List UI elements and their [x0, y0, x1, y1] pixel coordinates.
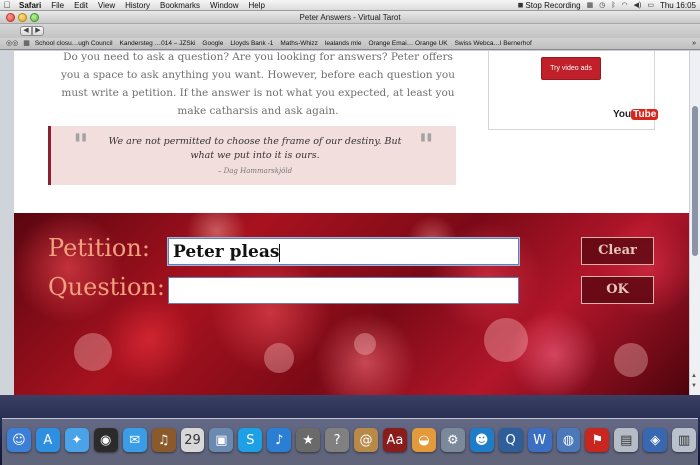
iphoto-icon[interactable]: ▣ [209, 428, 234, 452]
scroll-up-icon[interactable]: ▲ [691, 373, 697, 379]
page-viewport: Do you need to ask a question? Are you l… [14, 51, 689, 395]
petition-form: Petition: Question: Peter pleas Clear OK [14, 213, 689, 395]
stop-recording-item[interactable]: ◼ Stop Recording [518, 0, 581, 11]
bookmark-item[interactable]: Lloyds Bank -1 [230, 38, 273, 50]
reading-list-icon[interactable]: ◎◎ [6, 38, 18, 50]
messenger-icon[interactable]: ☻ [469, 428, 494, 452]
text-caret [279, 243, 281, 262]
menu-bar:  Safari File Edit View History Bookmark… [0, 0, 700, 11]
preferences-icon[interactable]: ◈ [643, 428, 668, 452]
petition-value: Peter pleas [173, 242, 280, 262]
quote-text: We are not permitted to choose the frame… [108, 136, 402, 161]
close-quote-icon: " [418, 128, 434, 163]
try-video-ads-button[interactable]: Try video ads [541, 57, 601, 80]
scrollbar-thumb[interactable] [692, 106, 698, 256]
dashboard-icon[interactable]: ◉ [93, 428, 118, 452]
garageband-icon[interactable]: ♫ [151, 428, 176, 452]
youtube-logo-tube: Tube [631, 109, 659, 120]
itunes-icon[interactable]: ♪ [267, 428, 292, 452]
clear-button[interactable]: Clear [581, 237, 654, 265]
clock[interactable]: Thu 16:05 [660, 0, 696, 11]
window-left-edge [0, 51, 14, 395]
forward-button[interactable]: ▶ [32, 26, 44, 36]
bookmark-item[interactable]: Swiss Webca…l Bernerhof [455, 38, 532, 50]
vertical-scrollbar[interactable]: ▲ ▼ [689, 51, 700, 395]
back-button[interactable]: ◀ [20, 26, 32, 36]
ical-icon[interactable]: 29 [180, 428, 205, 452]
open-quote-icon: " [73, 128, 89, 163]
bookmarks-bar: ◎◎ ▦ School closu…ugh Council Kandersteg… [0, 38, 700, 50]
bookmark-item[interactable]: Maths-Whizz [280, 38, 318, 50]
imovie-icon[interactable]: ★ [296, 428, 321, 452]
utility-icon[interactable]: ▤ [614, 428, 639, 452]
bokeh-light [484, 318, 528, 362]
question-input[interactable] [168, 277, 519, 304]
safari-icon[interactable]: ✦ [64, 428, 89, 452]
preview-icon[interactable]: ◒ [411, 428, 436, 452]
time-machine-icon[interactable]: ◷ [599, 0, 605, 11]
bookmarks-overflow-icon[interactable]: » [692, 38, 696, 50]
menu-edit[interactable]: Edit [69, 0, 93, 11]
bokeh-light [614, 343, 648, 377]
network-icon[interactable]: ◍ [556, 428, 581, 452]
intro-paragraph: Do you need to ask a question? Are you l… [58, 51, 458, 120]
browser-toolbar: ◀ ▶ [0, 24, 700, 38]
menu-file[interactable]: File [46, 0, 69, 11]
system-preferences-icon[interactable]: ⚙ [440, 428, 465, 452]
quote-author: – Dag Hammarskjöld [217, 167, 293, 175]
ichat-icon[interactable]: ✉ [122, 428, 147, 452]
word-icon[interactable]: W [527, 428, 552, 452]
help-icon[interactable]: ? [325, 428, 350, 452]
quote-block: " " We are not permitted to choose the f… [48, 126, 456, 185]
question-label: Question: [48, 273, 165, 301]
dictionary-icon[interactable]: Aa [382, 428, 407, 452]
address-book-icon[interactable]: @ [354, 428, 378, 452]
menu-help[interactable]: Help [243, 0, 269, 11]
bookmark-item[interactable]: Google [202, 38, 223, 50]
finder-icon[interactable]: ☺ [7, 428, 31, 452]
advertisement: Try video ads You Tube [488, 51, 659, 130]
trash-icon[interactable]: ▥ [672, 428, 697, 452]
app-store-icon[interactable]: A [35, 428, 60, 452]
bokeh-light [264, 343, 294, 373]
bluetooth-icon[interactable]: ᛒ [611, 0, 615, 11]
bookmark-item[interactable]: Kandersteg …014 – JZSki [120, 38, 196, 50]
window-title: Peter Answers - Virtual Tarot [299, 13, 401, 22]
battery-icon[interactable]: ▭ [647, 0, 654, 11]
bookmark-item[interactable]: Orange Emai… Orange UK [368, 38, 447, 50]
bookmark-item[interactable]: School closu…ugh Council [35, 38, 113, 50]
bokeh-light [354, 333, 376, 355]
petition-input[interactable]: Peter pleas [168, 238, 519, 265]
top-sites-icon[interactable]: ▦ [23, 38, 30, 50]
menu-view[interactable]: View [93, 0, 120, 11]
menu-window[interactable]: Window [205, 0, 243, 11]
wifi-icon[interactable]: ◠ [622, 0, 628, 11]
dock: ☺ A ✦ ◉ ✉ ♫ 29 ▣ S ♪ ★? @ Aa ◒ ⚙ ☻ Q W ◍ ⚑ ▤ ◈ ▥ [2, 418, 698, 465]
apple-menu-icon[interactable]:  [0, 0, 14, 11]
volume-icon[interactable]: ◀) [634, 0, 642, 11]
menu-safari[interactable]: Safari [14, 0, 46, 11]
record-icon: ◼ [517, 2, 524, 9]
menu-bookmarks[interactable]: Bookmarks [155, 0, 205, 11]
intro-text: Do you need to ask a question? Are you l… [61, 51, 455, 117]
youtube-logo-you: You [613, 109, 632, 120]
stop-recording-label: Stop Recording [525, 1, 581, 10]
quicktime-icon[interactable]: Q [498, 428, 523, 452]
scroll-down-icon[interactable]: ▼ [691, 383, 697, 389]
bookmark-item[interactable]: lealands mle [325, 38, 362, 50]
petition-label: Petition: [48, 234, 150, 262]
skype-icon[interactable]: S [238, 428, 263, 452]
youtube-logo[interactable]: You Tube [613, 109, 659, 120]
menu-extra-icon[interactable]: ▦ [587, 0, 594, 11]
bokeh-light [74, 333, 112, 371]
ok-button[interactable]: OK [581, 276, 654, 304]
acrobat-icon[interactable]: ⚑ [585, 428, 610, 452]
menu-history[interactable]: History [120, 0, 155, 11]
window-title-bar: Peter Answers - Virtual Tarot [0, 11, 700, 24]
